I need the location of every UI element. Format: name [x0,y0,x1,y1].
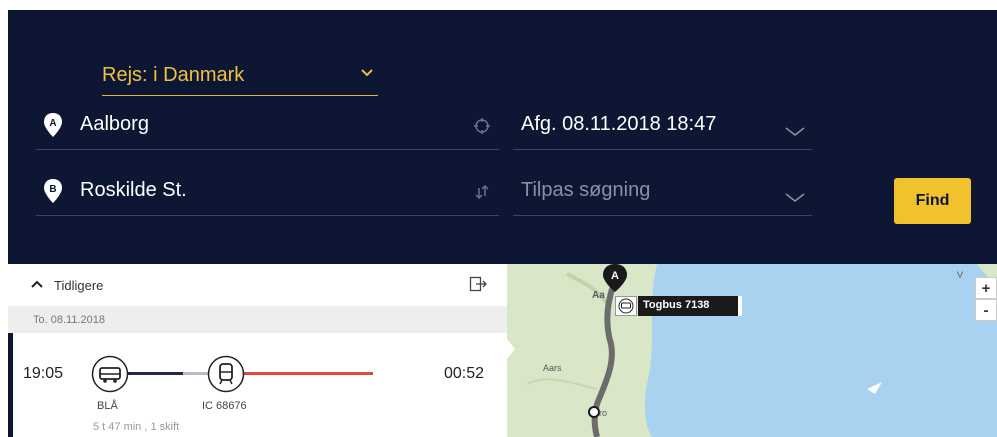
location-pin-a-icon: A [44,113,62,137]
results-panel: Tidligere To. 08.11.2018 19:05 BLÅ IC 68… [8,264,507,437]
earlier-button[interactable]: Tidligere [54,278,103,293]
journey-summary: 5 t 47 min , 1 skift [93,421,180,433]
tooltip-edge [738,296,742,316]
date-label: To. 08.11.2018 [33,314,105,326]
results-header: Tidligere [8,264,507,306]
selected-indicator [8,333,13,437]
map-land [507,264,657,437]
map-canvas[interactable]: A [507,264,997,437]
svg-text:B: B [49,184,56,195]
map-town-label: Aars [543,363,562,373]
trip-type-select[interactable]: Rejs: i Danmark [102,56,378,96]
chevron-down-icon [785,127,805,136]
leg-train-name: IC 68676 [202,400,247,412]
start-marker-label: A [611,270,619,282]
map-corner-label: V [957,270,964,280]
to-field[interactable]: B Roskilde St. [36,172,499,216]
from-input[interactable]: Aalborg [80,113,149,136]
options-field[interactable]: Tilpas søgning [513,172,812,216]
to-input[interactable]: Roskilde St. [80,179,187,202]
zoom-out-button[interactable]: - [975,299,997,321]
export-icon[interactable] [469,276,487,292]
chevron-down-icon [785,193,805,202]
tooltip-label: Togbus 7138 [638,296,738,316]
leg-bus-name: BLÅ [97,400,118,412]
departure-input[interactable]: Afg. 08.11.2018 18:47 [521,113,716,136]
map-city-label: Aa [592,290,605,301]
trip-type-label: Rejs: i Danmark [102,64,245,86]
departure-field[interactable]: Afg. 08.11.2018 18:47 [513,106,812,150]
route-map[interactable]: A [507,264,997,437]
route-line-transfer [183,372,208,375]
from-field[interactable]: A Aalborg [36,106,499,150]
bus-icon [618,298,634,314]
journey-row[interactable]: 19:05 BLÅ IC 68676 00:52 5 t 47 min , 1 … [8,333,507,437]
route-line-bus [128,372,183,375]
map-fragment-label: ro [599,408,608,418]
svg-text:A: A [49,118,56,129]
route-line-train [240,372,373,375]
find-button[interactable]: Find [894,178,971,224]
transfer-stop-marker[interactable] [588,406,600,418]
bus-tooltip[interactable]: Togbus 7138 [615,296,742,316]
chevron-down-icon [361,69,373,77]
bus-icon [91,355,129,393]
chevron-up-icon[interactable] [30,279,44,289]
departure-time: 19:05 [23,365,64,382]
zoom-in-button[interactable]: + [975,277,997,299]
train-icon [207,355,245,393]
swap-icon[interactable] [473,183,491,201]
current-location-icon[interactable] [473,117,491,135]
location-pin-b-icon: B [44,179,62,203]
arrival-time: 00:52 [444,365,485,382]
options-placeholder: Tilpas søgning [521,179,651,201]
tooltip-bus-badge [615,296,637,316]
date-bar: To. 08.11.2018 [8,306,507,333]
